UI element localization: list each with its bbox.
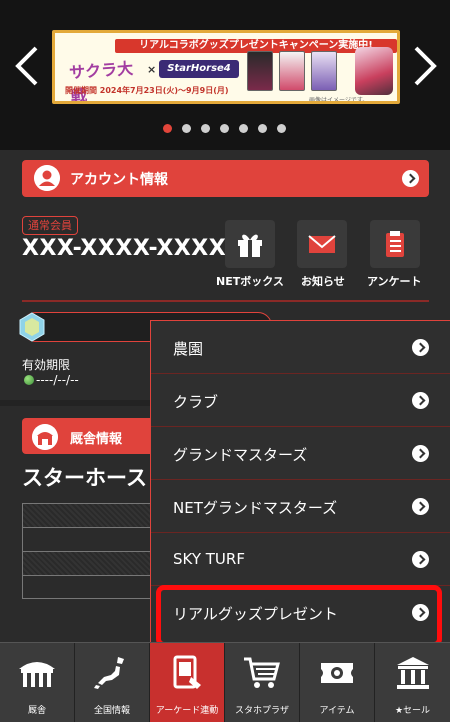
carousel-next-arrow-icon[interactable] xyxy=(408,44,442,88)
nav-label: ★セール xyxy=(394,706,431,716)
app-page: リアルコラボグッズプレゼントキャンペーン実施中! サクラ大戦 × StarHor… xyxy=(0,0,450,722)
menu-item-label: グランドマスターズ xyxy=(173,446,308,464)
chevron-right-icon xyxy=(412,498,429,515)
menu-item-club[interactable]: クラブ xyxy=(151,374,450,427)
nav-item-starhorse-plaza[interactable]: スタホプラザ xyxy=(225,643,300,722)
stable-icon xyxy=(32,424,58,450)
expiry-label: 有効期限 xyxy=(22,358,71,372)
menu-item-farm[interactable]: 農園 xyxy=(151,321,450,374)
survey-label[interactable]: アンケート xyxy=(367,273,422,289)
nav-label: 全国情報 xyxy=(93,706,130,716)
notices-label[interactable]: お知らせ xyxy=(301,273,345,289)
net-box-label[interactable]: NETボックス xyxy=(216,273,284,289)
cart-icon xyxy=(244,657,280,688)
character-figure-image xyxy=(355,47,393,95)
sale-building-icon xyxy=(396,657,429,689)
table-row xyxy=(23,576,156,600)
menu-item-net-grand-masters[interactable]: NETグランドマスターズ xyxy=(151,480,450,533)
card-image xyxy=(247,51,273,91)
carousel-dots xyxy=(0,124,450,134)
survey-button[interactable] xyxy=(370,220,420,268)
stable-icon xyxy=(19,662,55,687)
banner-carousel: リアルコラボグッズプレゼントキャンペーン実施中! サクラ大戦 × StarHor… xyxy=(0,0,450,150)
table-row xyxy=(23,552,156,576)
carousel-dot[interactable] xyxy=(201,124,210,133)
menu-item-label: NETグランドマスターズ xyxy=(173,499,338,517)
nav-item-national-info[interactable]: 全国情報 xyxy=(75,643,150,722)
expiry-status-icon xyxy=(24,375,34,385)
table-row xyxy=(23,528,156,552)
stable-name: スターホース xyxy=(22,466,147,490)
carousel-dot[interactable] xyxy=(182,124,191,133)
section-divider xyxy=(22,300,429,302)
nav-label: 厩舎 xyxy=(27,706,46,716)
banner-card-images xyxy=(247,51,347,95)
chevron-right-icon xyxy=(412,551,429,568)
item-ticket-icon xyxy=(321,663,353,683)
menu-item-label: 農園 xyxy=(173,340,204,358)
arcade-link-icon xyxy=(173,655,201,689)
sakura-taisen-logo: サクラ大戦 xyxy=(68,58,134,104)
account-info-header[interactable]: アカウント情報 xyxy=(22,160,429,197)
highlight-box xyxy=(156,585,442,647)
carousel-dot[interactable] xyxy=(277,124,286,133)
nav-item-items[interactable]: アイテム xyxy=(300,643,375,722)
carousel-dot[interactable] xyxy=(163,124,172,133)
card-image xyxy=(279,51,305,91)
chevron-right-icon xyxy=(412,339,429,356)
campaign-banner[interactable]: リアルコラボグッズプレゼントキャンペーン実施中! サクラ大戦 × StarHor… xyxy=(52,30,400,104)
nav-label: アイテム xyxy=(319,706,355,716)
menu-item-label: SKY TURF xyxy=(173,550,245,568)
card-image xyxy=(311,51,337,91)
nav-item-sale[interactable]: ★セール xyxy=(375,643,450,722)
gift-icon xyxy=(238,234,262,257)
rank-gem-icon xyxy=(19,312,45,342)
envelope-icon xyxy=(308,235,336,253)
nav-label: アーケード連動 xyxy=(155,706,219,716)
carousel-dot[interactable] xyxy=(258,124,267,133)
member-status-badge: 通常会員 xyxy=(22,216,78,235)
chevron-right-icon xyxy=(412,392,429,409)
notices-button[interactable] xyxy=(297,220,347,268)
carousel-dot[interactable] xyxy=(220,124,229,133)
net-box-button[interactable] xyxy=(225,220,275,268)
menu-item-label: クラブ xyxy=(173,393,219,411)
menu-item-sky-turf[interactable]: SKY TURF xyxy=(151,533,450,586)
expiry-value: ----/--/-- xyxy=(36,373,79,387)
stable-table xyxy=(22,503,157,599)
banner-cross: × xyxy=(147,63,157,76)
chevron-right-icon xyxy=(402,170,419,187)
user-icon xyxy=(34,165,60,191)
account-info-title: アカウント情報 xyxy=(70,172,168,188)
japan-map-icon xyxy=(94,657,124,689)
banner-period: 開催期間 2024年7月23日(火)～9月9日(月) xyxy=(65,86,229,95)
stable-info-title: 厩舎情報 xyxy=(70,432,123,447)
nav-item-stable[interactable]: 厩舎 xyxy=(0,643,75,722)
nav-item-arcade-link[interactable]: アーケード連動 xyxy=(150,643,225,722)
stable-info-header[interactable]: 厩舎情報 xyxy=(22,418,162,454)
table-row xyxy=(23,504,156,528)
carousel-prev-arrow-icon[interactable] xyxy=(10,44,44,88)
banner-note: 画像はイメージです。 xyxy=(309,97,369,104)
clipboard-icon xyxy=(386,231,404,257)
menu-item-grand-masters[interactable]: グランドマスターズ xyxy=(151,427,450,480)
bottom-nav: 厩舎 全国情報 アーケード連動 スタホプラザ アイテム ★セール xyxy=(0,642,450,722)
carousel-dot[interactable] xyxy=(239,124,248,133)
nav-label: スタホプラザ xyxy=(234,706,289,716)
starhorse4-logo: StarHorse4 xyxy=(159,60,239,78)
account-id: XXX-XXXX-XXXX xyxy=(22,236,227,261)
chevron-right-icon xyxy=(412,445,429,462)
